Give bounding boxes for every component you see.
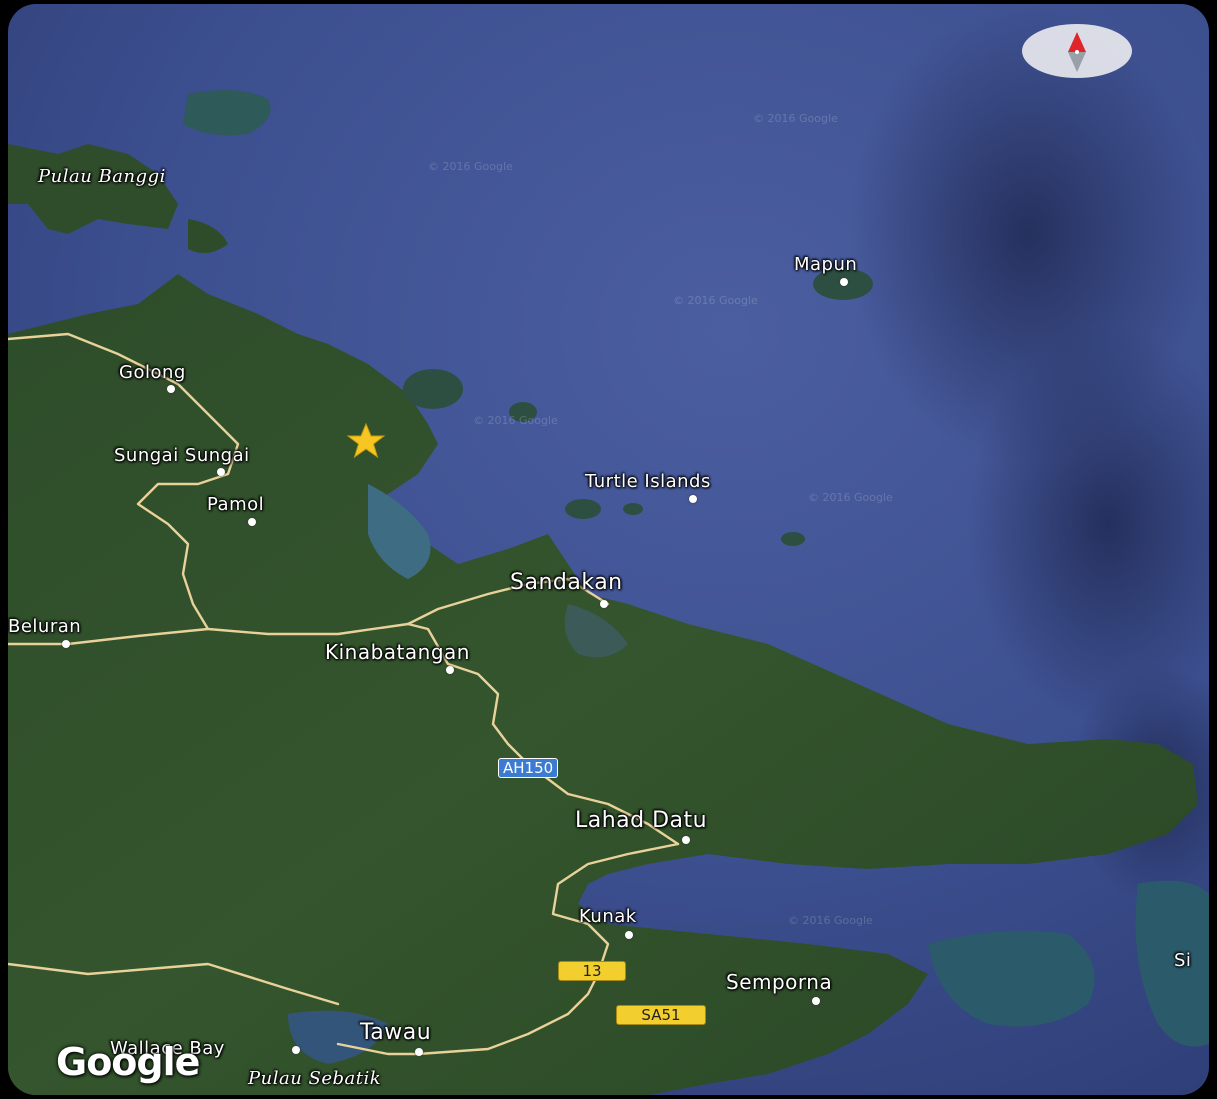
- place-label-pulau-sebatik[interactable]: Pulau Sebatik: [248, 1068, 381, 1089]
- place-label-sungai-sungai[interactable]: Sungai Sungai: [114, 445, 250, 466]
- compass-icon: [1068, 32, 1086, 72]
- place-label-si-partial[interactable]: Si: [1174, 950, 1191, 971]
- place-dot-lahad-datu: [682, 836, 690, 844]
- google-logo: Google: [56, 1040, 200, 1084]
- map-copyright: © 2016 Google: [473, 414, 558, 427]
- place-label-beluran[interactable]: Beluran: [8, 616, 81, 637]
- road-shield-ah150: AH150: [498, 758, 559, 778]
- place-label-pulau-banggi[interactable]: Pulau Banggi: [38, 166, 166, 187]
- place-label-sandakan[interactable]: Sandakan: [510, 570, 623, 595]
- place-label-pamol[interactable]: Pamol: [207, 494, 264, 515]
- place-dot-wallace-bay: [292, 1046, 300, 1054]
- map-copyright: © 2016 Google: [788, 914, 873, 927]
- place-dot-mapun: [840, 278, 848, 286]
- place-label-golong[interactable]: Golong: [119, 362, 186, 383]
- place-label-kinabatangan[interactable]: Kinabatangan: [325, 640, 470, 664]
- compass-button[interactable]: [1022, 24, 1132, 78]
- place-dot-semporna: [812, 997, 820, 1005]
- place-dot-tawau: [415, 1048, 423, 1056]
- map-copyright: © 2016 Google: [808, 491, 893, 504]
- place-dot-turtle-islands: [689, 495, 697, 503]
- map-copyright: © 2016 Google: [673, 294, 758, 307]
- place-label-semporna[interactable]: Semporna: [726, 970, 832, 994]
- map-copyright: © 2016 Google: [428, 160, 513, 173]
- map-copyright: © 2016 Google: [753, 112, 838, 125]
- place-dot-sandakan: [600, 600, 608, 608]
- road-shield-sa51: SA51: [616, 1005, 706, 1025]
- place-dot-golong: [167, 385, 175, 393]
- place-dot-sungai-sungai: [217, 468, 225, 476]
- place-label-mapun[interactable]: Mapun: [794, 254, 857, 275]
- place-label-tawau[interactable]: Tawau: [360, 1020, 431, 1045]
- place-dot-kunak: [625, 931, 633, 939]
- place-label-kunak[interactable]: Kunak: [579, 906, 637, 927]
- road-shield-13: 13: [558, 961, 626, 981]
- place-dot-beluran: [62, 640, 70, 648]
- place-dot-kinabatangan: [446, 666, 454, 674]
- place-dot-pamol: [248, 518, 256, 526]
- map-view[interactable]: © 2016 Google © 2016 Google © 2016 Googl…: [8, 4, 1209, 1095]
- satellite-base: [8, 4, 1209, 1095]
- star-icon[interactable]: [346, 422, 386, 460]
- place-label-lahad-datu[interactable]: Lahad Datu: [575, 808, 707, 833]
- place-label-turtle-islands[interactable]: Turtle Islands: [585, 471, 711, 492]
